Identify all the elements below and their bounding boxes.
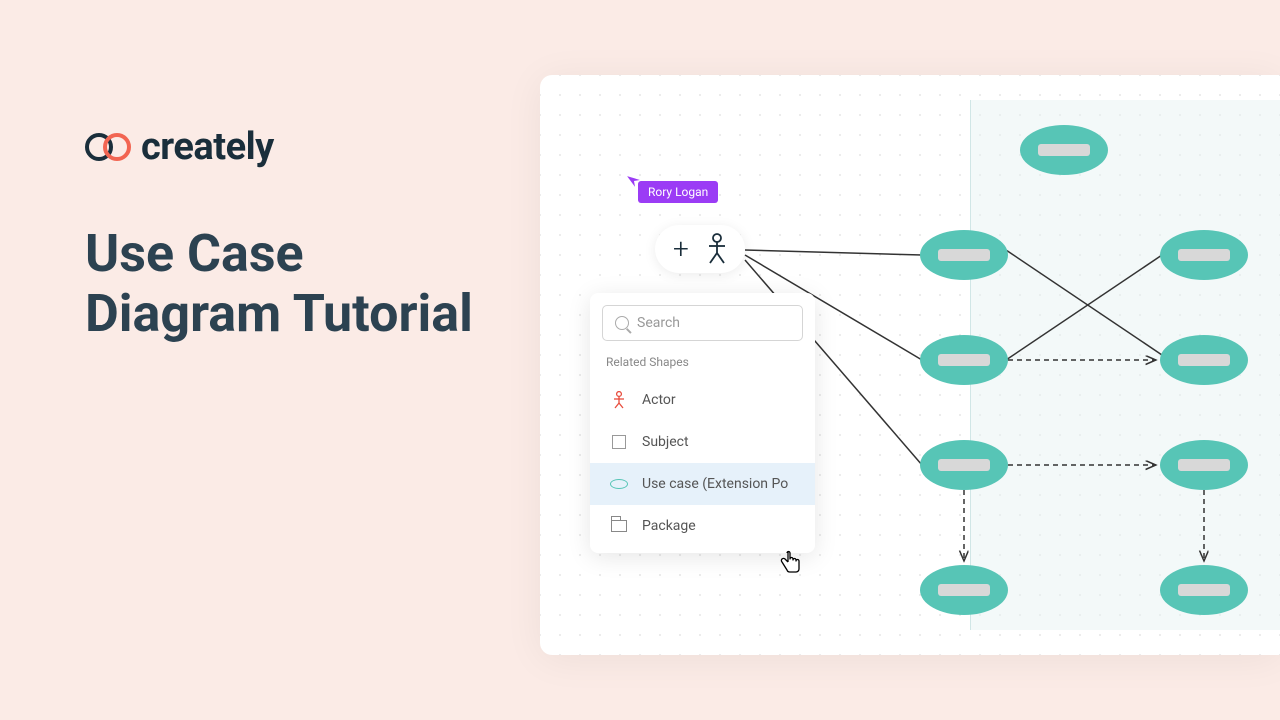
shape-item-usecase[interactable]: Use case (Extension Po: [590, 463, 815, 505]
use-case-ellipse[interactable]: [1020, 125, 1108, 175]
collaborator-name: Rory Logan: [638, 181, 718, 203]
shape-item-label: Subject: [642, 434, 689, 450]
shape-item-label: Use case (Extension Po: [642, 476, 788, 492]
shapes-panel: Search Related Shapes Actor Subject Use …: [590, 293, 815, 553]
actor-icon: [707, 233, 727, 265]
shape-item-label: Actor: [642, 392, 676, 408]
search-placeholder: Search: [637, 315, 680, 331]
use-case-ellipse[interactable]: [920, 565, 1008, 615]
shape-item-package[interactable]: Package: [590, 505, 815, 547]
use-case-ellipse[interactable]: [1160, 230, 1248, 280]
brand-name: creately: [141, 125, 274, 169]
search-input[interactable]: Search: [602, 305, 803, 341]
use-case-ellipse[interactable]: [920, 335, 1008, 385]
use-case-ellipse[interactable]: [920, 230, 1008, 280]
use-case-ellipse[interactable]: [920, 440, 1008, 490]
diagram-canvas[interactable]: Rory Logan + Search Related Shapes: [540, 75, 1280, 655]
hero-content: creately Use Case Diagram Tutorial: [85, 125, 473, 344]
plus-icon[interactable]: +: [673, 235, 689, 263]
package-mini-icon: [610, 517, 628, 535]
shape-item-actor[interactable]: Actor: [590, 379, 815, 421]
use-case-ellipse[interactable]: [1160, 335, 1248, 385]
page-title: Use Case Diagram Tutorial: [85, 224, 473, 344]
shape-item-label: Package: [642, 518, 696, 534]
shape-item-subject[interactable]: Subject: [590, 421, 815, 463]
collaborator-cursor: Rory Logan: [628, 175, 718, 203]
search-icon: [615, 316, 629, 330]
brand-logo: creately: [85, 125, 473, 169]
add-shape-pill[interactable]: +: [655, 225, 745, 273]
panel-heading: Related Shapes: [590, 355, 815, 379]
subject-mini-icon: [610, 433, 628, 451]
use-case-ellipse[interactable]: [1160, 565, 1248, 615]
use-case-ellipse[interactable]: [1160, 440, 1248, 490]
hand-cursor-icon: [780, 550, 802, 579]
usecase-mini-icon: [610, 475, 628, 493]
actor-mini-icon: [610, 391, 628, 409]
logo-rings-icon: [85, 132, 131, 162]
